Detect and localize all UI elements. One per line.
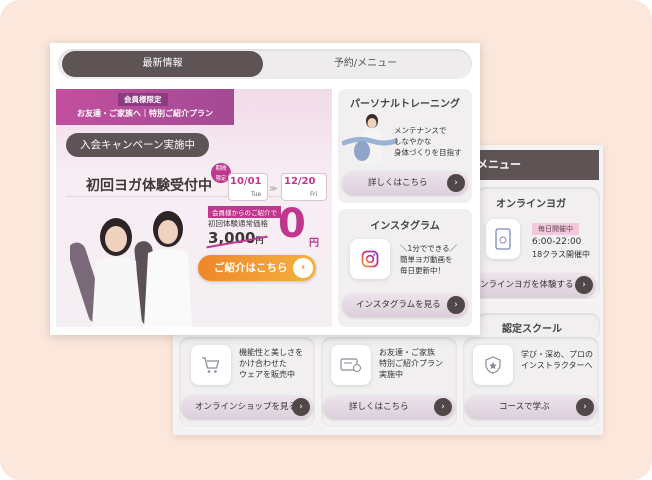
shop-line-3: ウェアを販売中 xyxy=(239,370,295,379)
ribbon-bottom-label: お友達・ご家族へ｜特別ご紹介プラン xyxy=(77,109,213,118)
personal-training-title: パーソナルトレーニング xyxy=(350,99,460,110)
online-yoga-classes: 18クラス開催中 xyxy=(532,250,591,259)
instructor-card: 学び・深め、プロの インストラクターへ コースで学ぶ › xyxy=(463,337,599,427)
personal-line-3: 身体づくりを目指す xyxy=(394,148,462,157)
instagram-line-3: 毎日更新中！ xyxy=(400,266,445,275)
date-end-chip: 12/20 Fri xyxy=(281,173,327,201)
online-yoga-button[interactable]: ンラインヨガを体験する › xyxy=(476,273,596,297)
referral-line-2: 特別ご紹介プラン xyxy=(379,359,443,368)
member-referral-label: 会員様からのご紹介で xyxy=(208,206,281,218)
online-yoga-title: オンラインヨガ xyxy=(496,199,566,210)
special-price: 0 xyxy=(278,201,306,247)
personal-training-card: パーソナルトレーニング メンテナンスで しなやかな 身体づくりを目指す 詳しくは… xyxy=(338,89,472,203)
news-panel: 最新情報 予約/メニュー 会員様限定 お友達・ご家族へ｜特別ご紹介プラン 入会キ… xyxy=(50,43,480,335)
tab-menu[interactable]: メニュー xyxy=(465,150,599,180)
shop-line-1: 機能性と美しさを xyxy=(239,348,303,357)
instructor-button-label: コースで学ぶ xyxy=(499,402,550,412)
personal-line-2: しなやかな xyxy=(394,137,432,146)
shop-line-2: かけ合わせた xyxy=(239,359,287,368)
special-price-unit: 円 xyxy=(309,238,319,249)
cart-icon xyxy=(191,345,231,385)
referral-cta-label: ご紹介はこちら xyxy=(214,262,288,274)
chevron-right-icon: › xyxy=(293,258,313,278)
instagram-icon xyxy=(350,239,390,279)
campaign-banner[interactable]: 会員様限定 お友達・ご家族へ｜特別ご紹介プラン 入会キャンペーン実施中 初回ヨガ… xyxy=(56,89,332,327)
instructor-line-2: インストラクターへ xyxy=(521,361,593,370)
personal-training-button-label: 詳しくはこちら xyxy=(368,178,428,188)
instagram-button[interactable]: インスタグラムを見る › xyxy=(342,293,468,317)
chevron-right-icon: › xyxy=(447,296,465,314)
shop-button-label: オンラインショップを見る xyxy=(195,402,298,412)
referral-card: お友達・ご家族 特別ご紹介プラン 実施中 詳しくはこちら › xyxy=(321,337,457,427)
referral-cta-button[interactable]: ご紹介はこちら › xyxy=(198,255,316,281)
chevron-right-icon: › xyxy=(292,398,310,416)
shop-card: 機能性と美しさを かけ合わせた ウェアを販売中 オンラインショップを見る › xyxy=(179,337,315,427)
school-title: 認定スクール xyxy=(502,324,562,335)
tab-news[interactable]: 最新情報 xyxy=(62,51,263,77)
referral-line-3: 実施中 xyxy=(379,370,403,379)
online-yoga-card: オンラインヨガ 毎日開催中 6:00-22:00 18クラス開催中 ンラインヨガ… xyxy=(476,187,600,299)
referral-button[interactable]: 詳しくはこちら › xyxy=(323,395,455,419)
instagram-title: インスタグラム xyxy=(370,221,440,232)
ribbon-top-label: 会員様限定 xyxy=(118,93,168,106)
personal-training-button[interactable]: 詳しくはこちら › xyxy=(342,171,468,195)
limited-badge-line-1: 期間 xyxy=(215,166,227,172)
personal-line-1: メンテナンスで xyxy=(394,126,447,135)
online-yoga-time: 6:00-22:00 xyxy=(532,237,582,247)
instructor-line-1: 学び・深め、プロの xyxy=(521,350,593,359)
date-start-chip: 10/01 Tue xyxy=(228,173,268,201)
date-start-weekday: Tue xyxy=(251,191,262,198)
headline: 初回ヨガ体験受付中 xyxy=(86,178,212,194)
member-ribbon: 会員様限定 お友達・ご家族へ｜特別ご紹介プラン xyxy=(56,89,234,125)
tab-bar: 最新情報 予約/メニュー xyxy=(58,49,472,79)
instagram-line-2: 簡単ヨガ動画を xyxy=(400,255,453,264)
date-end: 12/20 xyxy=(284,176,316,187)
referral-button-label: 詳しくはこちら xyxy=(349,402,409,412)
tablet-icon xyxy=(486,219,520,259)
instagram-button-label: インスタグラムを見る xyxy=(356,300,441,310)
instructors-photo xyxy=(67,201,200,327)
range-arrow: ≫ xyxy=(269,184,278,193)
ticket-icon xyxy=(331,345,371,385)
chevron-right-icon: › xyxy=(434,398,452,416)
daily-badge: 毎日開催中 xyxy=(532,223,579,235)
instagram-card: インスタグラム ＼1分でできる／ 簡単ヨガ動画を 毎日更新中！ インスタグラムを… xyxy=(338,209,472,327)
canvas: メニュー オンラインヨガ 毎日開催中 6:00-22:00 18クラス開催中 ン… xyxy=(0,0,652,480)
limited-badge-line-2: 限定 xyxy=(215,176,227,182)
date-start: 10/01 xyxy=(230,176,262,187)
online-yoga-button-label: ンラインヨガを体験する xyxy=(480,280,574,290)
campaign-label: 入会キャンペーン実施中 xyxy=(66,133,209,157)
chevron-right-icon: › xyxy=(575,276,593,294)
trainer-photo xyxy=(341,111,399,167)
regular-price-label: 初回体験通常価格 xyxy=(208,219,268,228)
date-end-weekday: Fri xyxy=(310,191,318,198)
shield-star-icon xyxy=(473,345,513,385)
tab-reservation-menu[interactable]: 予約/メニュー xyxy=(263,51,468,77)
shop-button[interactable]: オンラインショップを見る › xyxy=(181,395,313,419)
chevron-right-icon: › xyxy=(576,398,594,416)
chevron-right-icon: › xyxy=(447,174,465,192)
referral-line-1: お友達・ご家族 xyxy=(379,348,435,357)
instagram-line-1: ＼1分でできる／ xyxy=(400,244,458,253)
instructor-button[interactable]: コースで学ぶ › xyxy=(465,395,597,419)
